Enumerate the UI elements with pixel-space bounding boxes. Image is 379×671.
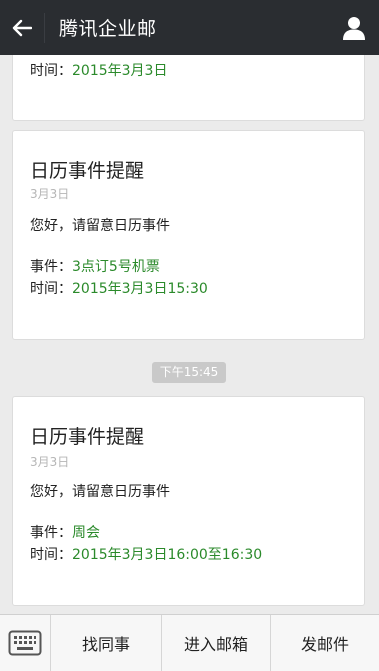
message-card[interactable]: 日历事件提醒 3月3日 您好，请留意日历事件 事件：3点订5号机票 时间：201…	[12, 130, 365, 340]
time-row: 时间：2015年3月3日16:00至16:30	[30, 544, 262, 566]
time-value: 2015年3月3日16:00至16:30	[72, 547, 263, 563]
menu-send-mail[interactable]: 发邮件	[271, 615, 379, 671]
time-value: 2015年3月3日15:30	[72, 281, 208, 297]
event-value: 3点订5号机票	[72, 259, 160, 275]
time-label: 时间：	[30, 63, 72, 79]
time-row: 时间：2015年3月3日15:30	[30, 278, 208, 300]
message-list[interactable]: 时间：2015年3月3日 日历事件提醒 3月3日 您好，请留意日历事件 事件：3…	[0, 55, 379, 614]
person-icon	[343, 17, 365, 40]
event-label: 事件：	[30, 259, 72, 275]
keyboard-icon	[8, 630, 42, 656]
card-title: 日历事件提醒	[30, 160, 145, 182]
card-greeting: 您好，请留意日历事件	[30, 218, 170, 234]
time-value: 2015年3月3日	[72, 63, 168, 79]
time-label: 时间：	[30, 281, 72, 297]
event-row: 事件：3点订5号机票	[30, 256, 160, 278]
menu-find-colleague[interactable]: 找同事	[51, 615, 162, 671]
event-value: 周会	[72, 525, 100, 541]
time-label: 时间：	[30, 547, 72, 563]
card-title: 日历事件提醒	[30, 426, 145, 448]
timestamp-badge: 下午15:45	[152, 362, 226, 383]
back-button[interactable]	[0, 0, 44, 55]
keyboard-toggle-button[interactable]	[0, 615, 51, 671]
event-row: 事件：周会	[30, 522, 100, 544]
profile-button[interactable]	[341, 15, 367, 41]
menu-enter-mailbox[interactable]: 进入邮箱	[162, 615, 271, 671]
header-divider	[44, 12, 45, 43]
top-bar: 腾讯企业邮	[0, 0, 379, 55]
card-greeting: 您好，请留意日历事件	[30, 484, 170, 500]
event-label: 事件：	[30, 525, 72, 541]
bottom-menu: 找同事 进入邮箱 发邮件	[0, 614, 379, 671]
message-card[interactable]: 日历事件提醒 3月3日 您好，请留意日历事件 事件：周会 时间：2015年3月3…	[12, 396, 365, 606]
card-date: 3月3日	[30, 187, 70, 201]
back-arrow-icon	[12, 19, 32, 36]
time-row: 时间：2015年3月3日	[30, 60, 167, 82]
page-title: 腾讯企业邮	[59, 18, 157, 40]
message-card[interactable]: 时间：2015年3月3日	[12, 55, 365, 121]
card-date: 3月3日	[30, 455, 70, 469]
